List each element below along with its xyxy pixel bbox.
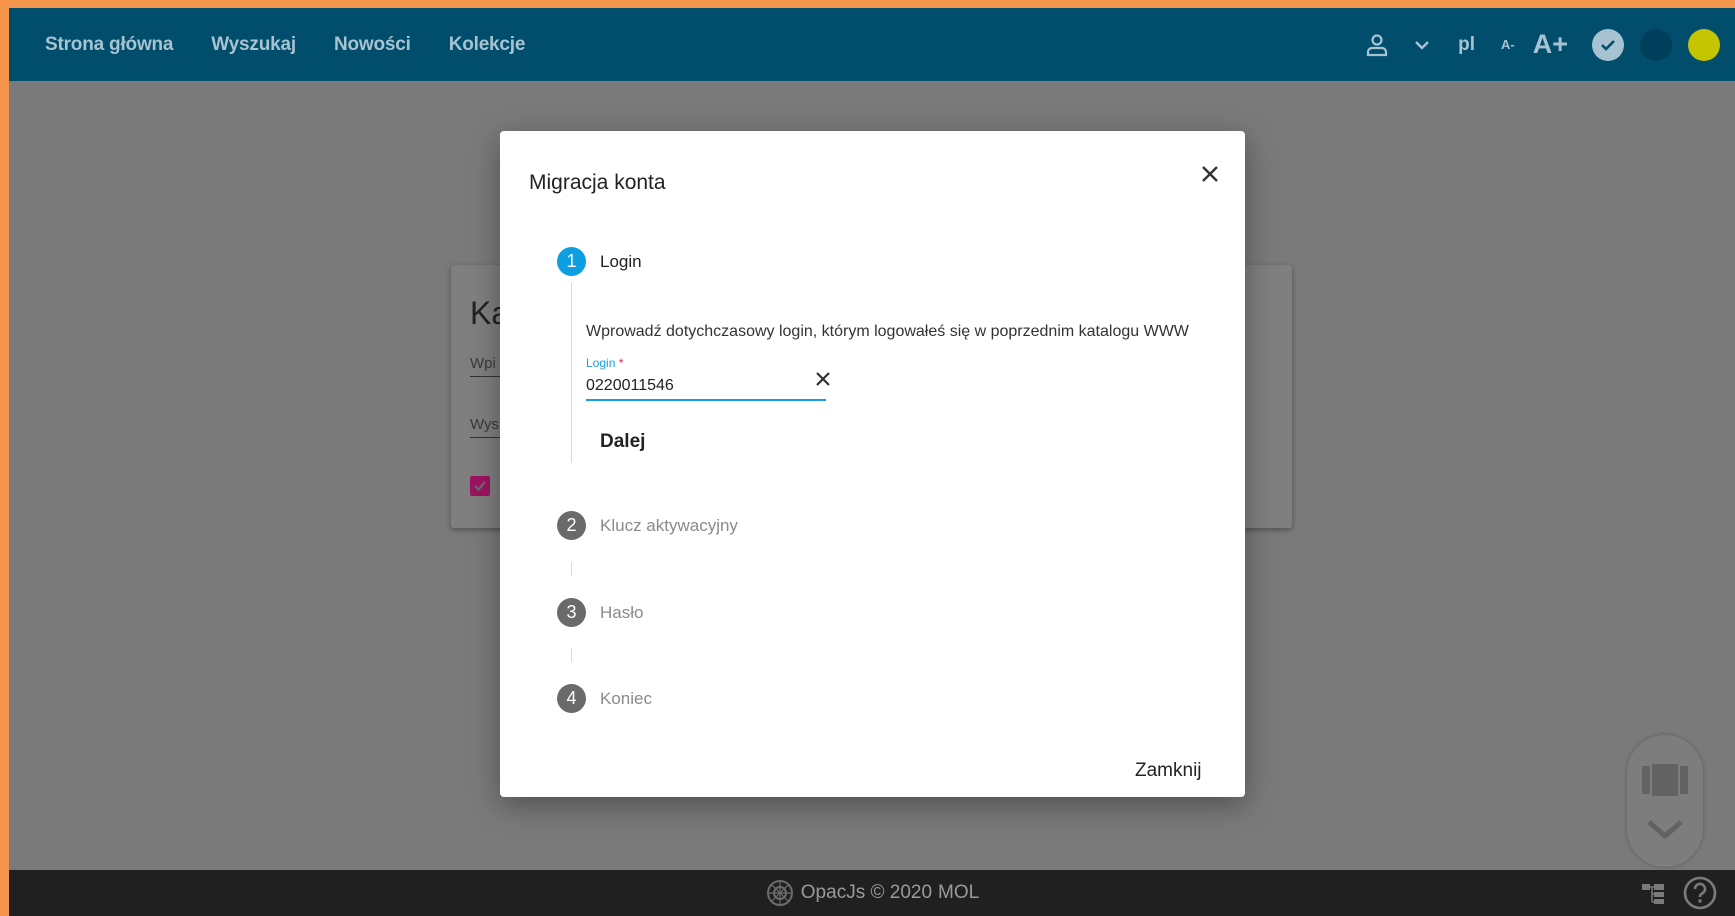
logo-icon bbox=[766, 880, 793, 906]
floating-scroll-widget[interactable] bbox=[1627, 735, 1703, 867]
step-2-label: Klucz aktywacyjny bbox=[600, 516, 738, 535]
next-button[interactable]: Dalej bbox=[600, 431, 645, 453]
app-window: Strona główna Wyszukaj Nowości Kolekcje … bbox=[9, 8, 1735, 916]
step-connector bbox=[571, 562, 572, 576]
nav-home[interactable]: Strona główna bbox=[45, 34, 173, 56]
step-3-number: 3 bbox=[557, 598, 586, 627]
account-migration-dialog: Migracja konta 1 Login Wprowadź dotychcz… bbox=[500, 131, 1245, 797]
font-increase-button[interactable]: A+ bbox=[1533, 29, 1568, 60]
step-connector bbox=[571, 648, 572, 662]
footer-tools bbox=[1641, 870, 1717, 916]
chevron-down-icon[interactable] bbox=[1412, 35, 1432, 55]
footer-text: OpacJs © 2020 bbox=[800, 882, 933, 903]
chevron-down-icon[interactable] bbox=[1645, 818, 1685, 842]
step-connector bbox=[571, 283, 572, 463]
sitemap-icon[interactable] bbox=[1641, 882, 1667, 904]
nav-news[interactable]: Nowości bbox=[334, 34, 411, 56]
step-4-number: 4 bbox=[557, 684, 586, 713]
user-icon[interactable] bbox=[1364, 32, 1390, 58]
close-icon[interactable] bbox=[1197, 161, 1223, 187]
book-icon bbox=[1642, 764, 1688, 796]
theme-default-button[interactable] bbox=[1592, 28, 1624, 61]
theme-yellow-button[interactable] bbox=[1688, 28, 1720, 61]
login-input[interactable] bbox=[586, 375, 826, 401]
nav-right-tools: pl A- A+ bbox=[1364, 8, 1735, 81]
step-3-label: Hasło bbox=[600, 603, 644, 622]
nav-collections[interactable]: Kolekcje bbox=[449, 34, 526, 56]
step-2-number: 2 bbox=[557, 511, 586, 540]
step-4-label: Koniec bbox=[600, 689, 652, 708]
language-selector[interactable]: pl bbox=[1458, 34, 1475, 56]
footer-brand[interactable]: MOL bbox=[938, 882, 979, 904]
font-decrease-button[interactable]: A- bbox=[1501, 37, 1515, 52]
theme-contrast-button[interactable] bbox=[1640, 28, 1672, 61]
background-checkbox bbox=[470, 476, 490, 496]
help-icon[interactable] bbox=[1683, 876, 1717, 910]
footer: OpacJs © 2020 MOL bbox=[9, 870, 1735, 916]
step-description: Wprowadź dotychczasowy login, którym log… bbox=[586, 323, 1189, 340]
step-1-number: 1 bbox=[557, 247, 586, 276]
close-button[interactable]: Zamknij bbox=[1135, 760, 1202, 782]
footer-copyright: OpacJs © 2020 MOL bbox=[765, 878, 979, 908]
nav-links: Strona główna Wyszukaj Nowości Kolekcje bbox=[45, 34, 563, 56]
top-nav-bar: Strona główna Wyszukaj Nowości Kolekcje … bbox=[9, 8, 1735, 81]
nav-search[interactable]: Wyszukaj bbox=[211, 34, 296, 56]
dialog-title: Migracja konta bbox=[529, 171, 666, 194]
step-1-label: Login bbox=[600, 252, 642, 271]
clear-input-icon[interactable] bbox=[812, 368, 834, 390]
login-field-label: Login * bbox=[586, 356, 624, 370]
